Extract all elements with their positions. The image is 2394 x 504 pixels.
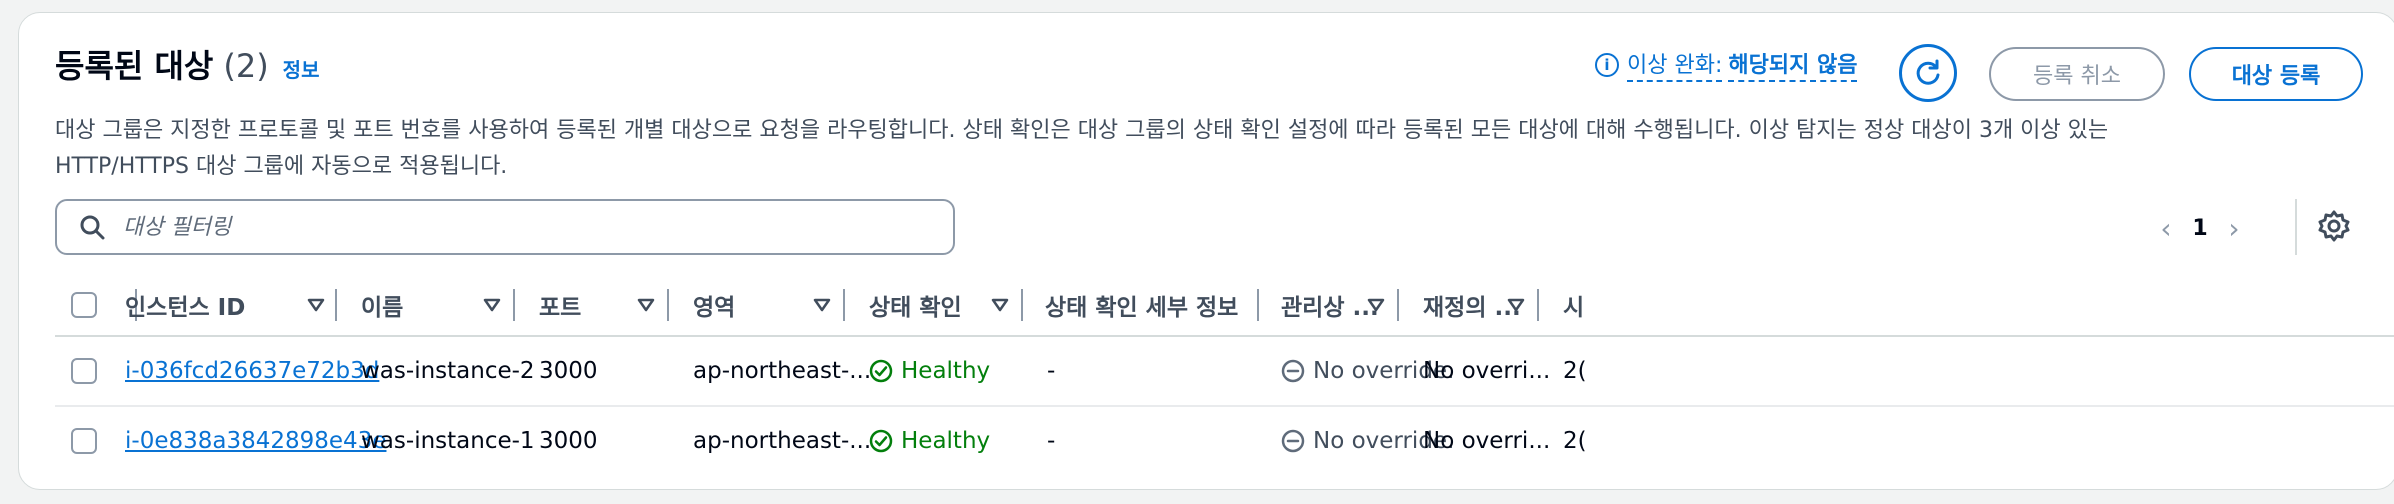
filter-input[interactable] (121, 213, 905, 241)
column-separator (1397, 289, 1399, 321)
instance-name: was-instance-2 (361, 358, 535, 384)
row-checkbox[interactable] (71, 428, 97, 454)
registered-targets-panel: 등록된 대상 (2) 정보 i 이상 완화: 해당되지 않음 등록 취소 대상 … (18, 12, 2394, 490)
zone-value: ap-northeast-... (693, 358, 872, 384)
column-header-port[interactable]: 포트 (539, 275, 581, 335)
column-label: 관리상 ... (1281, 295, 1379, 321)
instance-name: was-instance-1 (361, 428, 535, 454)
column-header-admin[interactable]: 관리상 ... (1281, 275, 1379, 335)
info-icon: i (1595, 52, 1619, 77)
table-header: 인스턴스 ID 이름 포트 영역 상태 확인 상태 확인 세부 정보 관리상 .… (55, 275, 2394, 337)
prev-page-icon[interactable]: ‹ (2149, 212, 2183, 245)
column-separator (843, 289, 845, 321)
description-line-2: HTTP/HTTPS 대상 그룹에 자동으로 적용됩니다. (55, 154, 508, 179)
column-separator (335, 289, 337, 321)
column-separator (1021, 289, 1023, 321)
zone-value: ap-northeast-... (693, 428, 872, 454)
table-row: i-0e838a3842898e43e was-instance-1 3000 … (55, 407, 2394, 475)
row-select-cell (71, 337, 97, 405)
refresh-button[interactable] (1899, 44, 1957, 102)
column-label: 영역 (693, 295, 736, 321)
column-header-name[interactable]: 이름 (361, 275, 403, 335)
column-label: 이름 (361, 295, 404, 321)
column-header-health-details[interactable]: 상태 확인 세부 정보 (1045, 275, 1238, 335)
instance-id-link[interactable]: i-036fcd26637e72b3d (125, 337, 379, 405)
sort-icon[interactable] (637, 275, 655, 335)
column-label: 상태 확인 (869, 295, 962, 321)
deregister-button[interactable]: 등록 취소 (1989, 47, 2165, 101)
next-page-icon[interactable]: › (2217, 212, 2251, 245)
row-select-cell (71, 407, 97, 475)
next-column-value: 2( (1563, 358, 1587, 384)
anomaly-mitigation[interactable]: i 이상 완화: 해당되지 않음 (1595, 47, 1858, 82)
target-count: (2) (223, 47, 269, 85)
health-label: Healthy (901, 358, 991, 384)
anomaly-value: 해당되지 않음 (1728, 47, 1858, 82)
targets-table: 인스턴스 ID 이름 포트 영역 상태 확인 상태 확인 세부 정보 관리상 .… (55, 275, 2394, 475)
override-value: No overri... (1423, 358, 1551, 384)
minus-circle-icon (1281, 359, 1305, 383)
info-link[interactable]: 정보 (283, 54, 320, 83)
select-all-cell (71, 275, 97, 335)
minus-circle-icon (1281, 429, 1305, 453)
description: 대상 그룹은 지정한 프로토콜 및 포트 번호를 사용하여 등록된 개별 대상으… (55, 113, 2315, 185)
pager-divider (2295, 199, 2297, 255)
column-header-zone[interactable]: 영역 (693, 275, 735, 335)
filter-box[interactable] (55, 199, 955, 255)
column-label: 상태 확인 세부 정보 (1045, 295, 1239, 321)
pagination: ‹ 1 › (2149, 205, 2251, 251)
column-separator (667, 289, 669, 321)
port-value: 3000 (539, 358, 598, 384)
gear-icon (2318, 210, 2350, 242)
column-separator (513, 289, 515, 321)
panel-header: 등록된 대상 (2) 정보 (55, 41, 319, 87)
column-separator (1257, 289, 1259, 321)
column-separator (1537, 289, 1539, 321)
check-circle-icon (869, 429, 893, 453)
sort-icon[interactable] (307, 275, 325, 335)
port-value: 3000 (539, 428, 598, 454)
instance-id-link[interactable]: i-0e838a3842898e43e (125, 407, 386, 475)
sort-icon[interactable] (483, 275, 501, 335)
health-details-value: - (1047, 358, 1056, 384)
settings-button[interactable] (2317, 209, 2351, 243)
health-status: Healthy (869, 407, 990, 475)
register-targets-button[interactable]: 대상 등록 (2189, 47, 2363, 101)
row-checkbox[interactable] (71, 358, 97, 384)
sort-icon[interactable] (991, 275, 1009, 335)
column-header-next[interactable]: 시 (1563, 275, 1584, 335)
column-header-instance-id[interactable]: 인스턴스 ID (125, 275, 325, 335)
description-line-1: 대상 그룹은 지정한 프로토콜 및 포트 번호를 사용하여 등록된 개별 대상으… (55, 118, 2109, 143)
check-circle-icon (869, 359, 893, 383)
anomaly-label: 이상 완화: (1627, 47, 1723, 82)
select-all-checkbox[interactable] (71, 292, 97, 318)
column-label: 포트 (539, 295, 582, 321)
override-value: No overri... (1423, 428, 1551, 454)
search-icon (79, 214, 105, 240)
next-column-value: 2( (1563, 428, 1587, 454)
page-title: 등록된 대상 (55, 47, 214, 85)
health-details-value: - (1047, 428, 1056, 454)
health-label: Healthy (901, 428, 991, 454)
sort-icon[interactable] (813, 275, 831, 335)
refresh-icon (1916, 59, 1940, 85)
table-row: i-036fcd26637e72b3d was-instance-2 3000 … (55, 337, 2394, 407)
health-status: Healthy (869, 337, 990, 405)
column-label: 시 (1563, 295, 1585, 321)
sort-icon[interactable] (1367, 275, 1385, 335)
page-number[interactable]: 1 (2183, 216, 2217, 241)
sort-icon[interactable] (1507, 275, 1525, 335)
column-label: 인스턴스 ID (125, 295, 246, 321)
column-header-health[interactable]: 상태 확인 (869, 275, 962, 335)
